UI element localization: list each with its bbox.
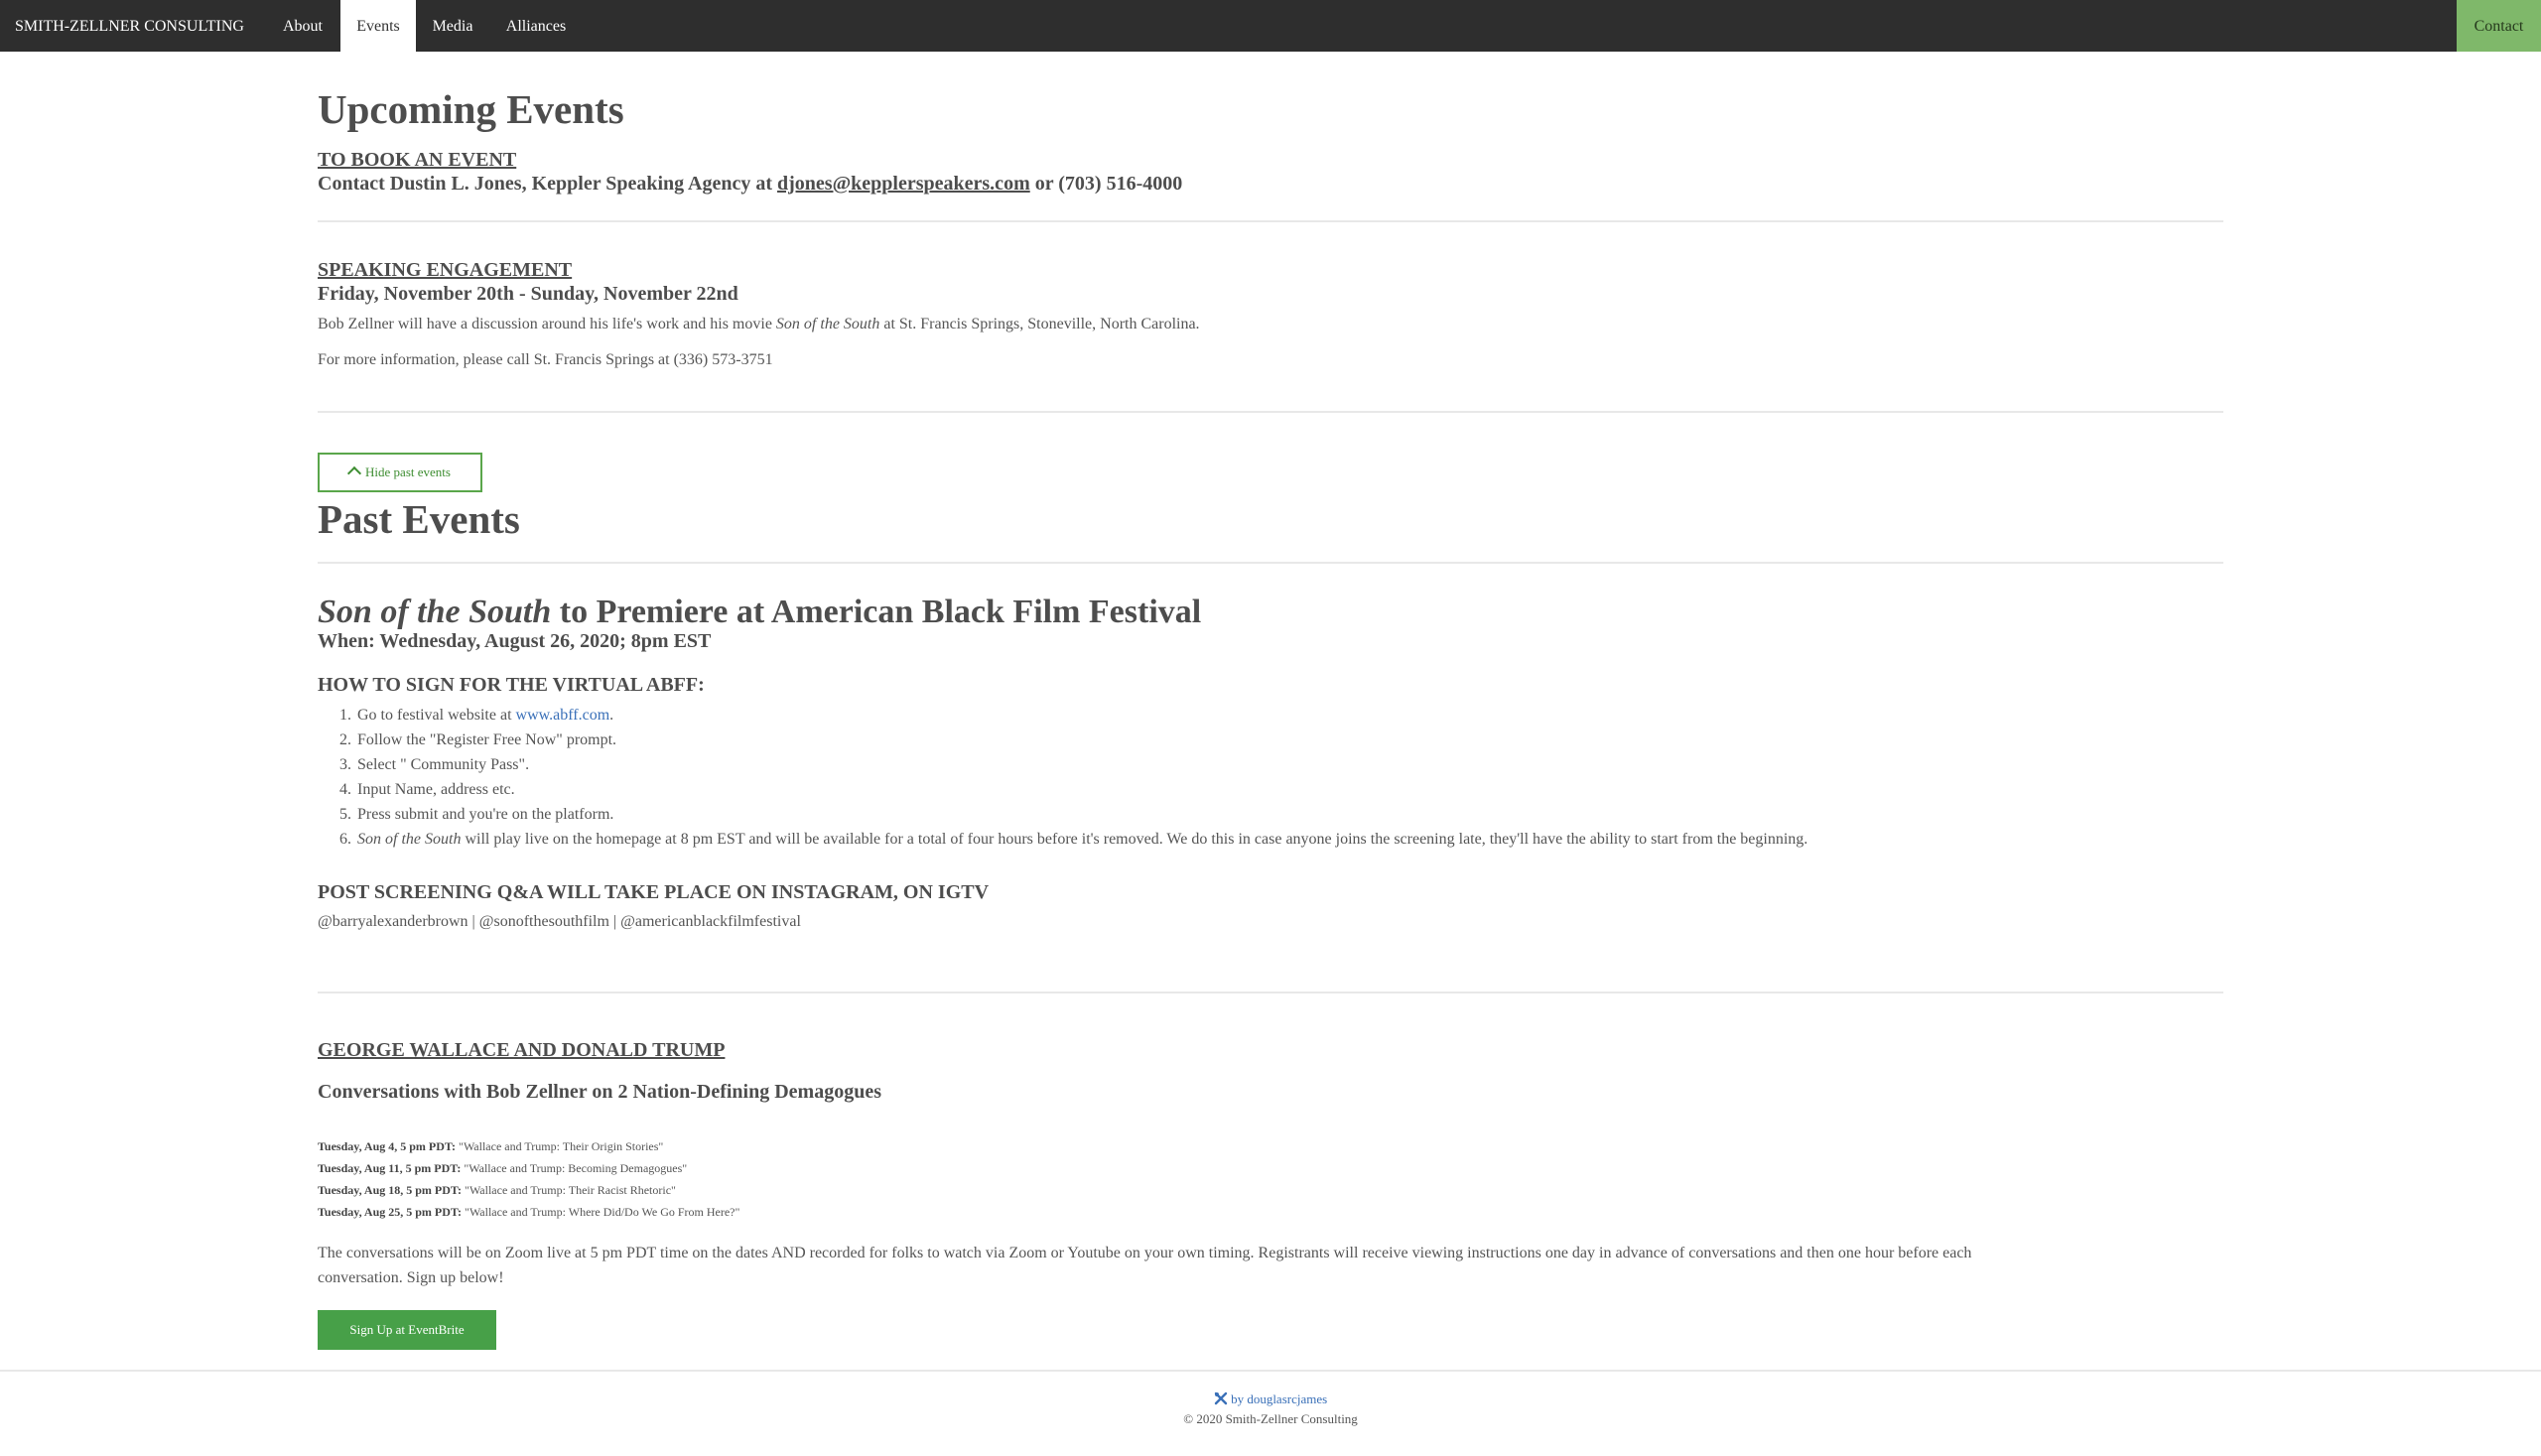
schedule-title: "Wallace and Trump: Becoming Demagogues" [461, 1161, 688, 1175]
booking-text: Contact Dustin L. Jones, Keppler Speakin… [318, 173, 778, 195]
divider [318, 992, 2223, 993]
step-text: Select " Community Pass". [357, 756, 530, 773]
list-item: 4. Input Name, address etc. [318, 777, 1807, 802]
event-title-movie: Son of the South [318, 594, 552, 630]
footer-divider [0, 1370, 2541, 1372]
booking-phone: or (703) 516-4000 [1029, 173, 1183, 195]
conversations-description-line1: The conversations will be on Zoom live a… [318, 1245, 1972, 1261]
footer-credit[interactable]: by douglasrcjames [0, 1391, 2541, 1407]
step-number: 2. [339, 731, 351, 748]
schedule-item: Tuesday, Aug 18, 5 pm PDT: "Wallace and … [318, 1179, 739, 1201]
footer-copyright: © 2020 Smith-Zellner Consulting [1183, 1411, 1358, 1426]
movie-title: Son of the South [775, 316, 880, 332]
nav-events[interactable]: Events [340, 0, 416, 52]
abff-link[interactable]: www.abff.com [516, 707, 610, 724]
past-events-title: Past Events [318, 496, 520, 542]
step-number: 1. [339, 707, 351, 724]
divider [318, 562, 2223, 564]
instagram-handles: @barryalexanderbrown | @sonofthesouthfil… [318, 913, 801, 930]
nav-media[interactable]: Media [422, 0, 483, 52]
step-number: 5. [339, 806, 351, 823]
book-event-label: TO BOOK AN EVENT [318, 149, 517, 171]
schedule-title: "Wallace and Trump: Their Origin Stories… [456, 1139, 664, 1153]
engagement-date: Friday, November 20th - Sunday, November… [318, 283, 738, 305]
wallace-trump-label: GEORGE WALLACE AND DONALD TRUMP [318, 1039, 726, 1061]
eventbrite-signup-button[interactable]: Sign Up at EventBrite [318, 1310, 496, 1350]
schedule-item: Tuesday, Aug 25, 5 pm PDT: "Wallace and … [318, 1201, 739, 1223]
qa-heading: POST SCREENING Q&A WILL TAKE PLACE ON IN… [318, 881, 990, 903]
engagement-info: For more information, please call St. Fr… [318, 351, 773, 368]
step-text: Input Name, address etc. [357, 781, 515, 798]
schedule-title: "Wallace and Trump: Where Did/Do We Go F… [462, 1205, 740, 1219]
divider [318, 220, 2223, 222]
list-item: 1. Go to festival website at www.abff.com… [318, 703, 1807, 728]
nav-about[interactable]: About [273, 0, 333, 52]
conversations-description-line2: conversation. Sign up below! [318, 1269, 504, 1286]
list-item: 6. Son of the South will play live on the… [318, 827, 1807, 852]
event-title: Son of the South to Premiere at American… [318, 594, 1201, 631]
tools-icon [1214, 1391, 1228, 1405]
nav-alliances[interactable]: Alliances [496, 0, 576, 52]
step-number: 3. [339, 756, 351, 773]
signup-steps: 1. Go to festival website at www.abff.com… [318, 703, 1807, 852]
conversation-schedule: Tuesday, Aug 4, 5 pm PDT: "Wallace and T… [318, 1135, 739, 1223]
schedule-date: Tuesday, Aug 18, 5 pm PDT: [318, 1183, 463, 1197]
top-navbar: SMITH-ZELLNER CONSULTING About Events Me… [0, 0, 2541, 52]
movie-title: Son of the South [357, 831, 462, 848]
step-text: will play live on the homepage at 8 pm E… [461, 831, 1808, 848]
event-title-rest: to Premiere at American Black Film Festi… [551, 594, 1202, 630]
divider [318, 411, 2223, 413]
chevron-up-icon [346, 465, 362, 481]
hide-past-events-button[interactable]: Hide past events [318, 453, 482, 492]
schedule-item: Tuesday, Aug 11, 5 pm PDT: "Wallace and … [318, 1157, 739, 1179]
step-text: Go to festival website at [357, 707, 516, 724]
engagement-description: Bob Zellner will have a discussion aroun… [318, 316, 1200, 333]
conversations-subtitle: Conversations with Bob Zellner on 2 Nati… [318, 1081, 881, 1103]
booking-contact: Contact Dustin L. Jones, Keppler Speakin… [318, 173, 1182, 196]
upcoming-events-title: Upcoming Events [318, 86, 624, 132]
schedule-item: Tuesday, Aug 4, 5 pm PDT: "Wallace and T… [318, 1135, 739, 1157]
brand-link[interactable]: SMITH-ZELLNER CONSULTING [15, 0, 244, 52]
engagement-desc-location: at St. Francis Springs, Stoneville, Nort… [879, 316, 1200, 332]
step-text: Follow the "Register Free Now" prompt. [357, 731, 617, 748]
nav-contact[interactable]: Contact [2457, 0, 2541, 52]
event-when: When: Wednesday, August 26, 2020; 8pm ES… [318, 630, 712, 652]
schedule-date: Tuesday, Aug 11, 5 pm PDT: [318, 1161, 462, 1175]
list-item: 5. Press submit and you're on the platfor… [318, 802, 1807, 827]
step-text-end: . [609, 707, 614, 724]
list-item: 2. Follow the "Register Free Now" prompt. [318, 728, 1807, 752]
schedule-date: Tuesday, Aug 25, 5 pm PDT: [318, 1205, 463, 1219]
engagement-desc-text: Bob Zellner will have a discussion aroun… [318, 316, 776, 332]
howto-heading: HOW TO SIGN FOR THE VIRTUAL ABFF: [318, 674, 705, 696]
step-number: 6. [339, 831, 351, 848]
booking-email-link[interactable]: djones@kepplerspeakers.com [777, 173, 1030, 195]
step-number: 4. [339, 781, 351, 798]
list-item: 3. Select " Community Pass". [318, 752, 1807, 777]
footer-credit-text[interactable]: by douglasrcjames [1228, 1391, 1327, 1406]
hide-past-events-label: Hide past events [365, 464, 451, 479]
speaking-engagement-label: SPEAKING ENGAGEMENT [318, 259, 573, 281]
step-text: Press submit and you're on the platform. [357, 806, 614, 823]
schedule-date: Tuesday, Aug 4, 5 pm PDT: [318, 1139, 457, 1153]
schedule-title: "Wallace and Trump: Their Racist Rhetori… [462, 1183, 676, 1197]
